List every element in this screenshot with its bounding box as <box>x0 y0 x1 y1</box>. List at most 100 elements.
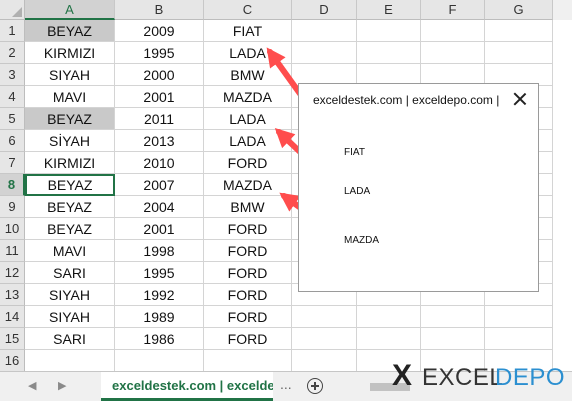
cell-e2[interactable] <box>357 42 421 64</box>
dialog-label-mazda: MAZDA <box>344 235 379 246</box>
cell-a1[interactable]: BEYAZ <box>25 20 115 42</box>
cell-a14[interactable]: SIYAH <box>25 306 115 328</box>
cell-f1[interactable] <box>421 20 485 42</box>
column-header-g[interactable]: G <box>485 0 553 20</box>
cell-d16[interactable] <box>292 350 357 371</box>
column-header-f[interactable]: F <box>421 0 485 20</box>
cell-b12[interactable]: 1995 <box>115 262 204 284</box>
column-header-e[interactable]: E <box>357 0 421 20</box>
cell-d14[interactable] <box>292 306 357 328</box>
cell-c4[interactable]: MAZDA <box>204 86 292 108</box>
cell-c15[interactable]: FORD <box>204 328 292 350</box>
cell-c11[interactable]: FORD <box>204 240 292 262</box>
row-header-15[interactable]: 15 <box>0 328 25 350</box>
column-header-d[interactable]: D <box>292 0 357 20</box>
cell-b8[interactable]: 2007 <box>115 174 204 196</box>
sheet-tab-active[interactable]: exceldestek.com | exceldepo.com <box>101 372 273 401</box>
column-header-b[interactable]: B <box>115 0 204 20</box>
cell-a9[interactable]: BEYAZ <box>25 196 115 218</box>
cell-f14[interactable] <box>421 306 485 328</box>
row-header-6[interactable]: 6 <box>0 130 25 152</box>
cell-f15[interactable] <box>421 328 485 350</box>
select-all-triangle-icon <box>12 7 22 17</box>
column-header-c[interactable]: C <box>204 0 292 20</box>
row-header-12[interactable]: 12 <box>0 262 25 284</box>
cell-c9[interactable]: BMW <box>204 196 292 218</box>
cell-a13[interactable]: SIYAH <box>25 284 115 306</box>
cell-c2[interactable]: LADA <box>204 42 292 64</box>
cell-c1[interactable]: FIAT <box>204 20 292 42</box>
cell-g2[interactable] <box>485 42 553 64</box>
cell-a6[interactable]: SİYAH <box>25 130 115 152</box>
cell-b13[interactable]: 1992 <box>115 284 204 306</box>
row-header-10[interactable]: 10 <box>0 218 25 240</box>
cell-b7[interactable]: 2010 <box>115 152 204 174</box>
cell-a4[interactable]: MAVI <box>25 86 115 108</box>
cell-f2[interactable] <box>421 42 485 64</box>
cell-b2[interactable]: 1995 <box>115 42 204 64</box>
cell-b14[interactable]: 1989 <box>115 306 204 328</box>
cell-c5[interactable]: LADA <box>204 108 292 130</box>
cell-a5[interactable]: BEYAZ <box>25 108 115 130</box>
plus-circle-icon[interactable] <box>307 378 323 394</box>
cell-a15[interactable]: SARI <box>25 328 115 350</box>
logo-text-depo: DEPO <box>495 364 566 391</box>
close-icon[interactable] <box>512 91 528 107</box>
cell-g14[interactable] <box>485 306 553 328</box>
cell-a7[interactable]: KIRMIZI <box>25 152 115 174</box>
cell-a3[interactable]: SIYAH <box>25 64 115 86</box>
cell-a10[interactable]: BEYAZ <box>25 218 115 240</box>
cell-c8[interactable]: MAZDA <box>204 174 292 196</box>
cell-d15[interactable] <box>292 328 357 350</box>
column-header-a[interactable]: A <box>25 0 115 20</box>
cell-b11[interactable]: 1998 <box>115 240 204 262</box>
triangle-right-icon[interactable]: ▶ <box>58 379 66 392</box>
row-header-14[interactable]: 14 <box>0 306 25 328</box>
row-header-16[interactable]: 16 <box>0 350 25 371</box>
row-header-9[interactable]: 9 <box>0 196 25 218</box>
cell-b1[interactable]: 2009 <box>115 20 204 42</box>
cell-b16[interactable] <box>115 350 204 371</box>
cell-d2[interactable] <box>292 42 357 64</box>
cell-b3[interactable]: 2000 <box>115 64 204 86</box>
row-header-1[interactable]: 1 <box>0 20 25 42</box>
cell-d1[interactable] <box>292 20 357 42</box>
row-header-2[interactable]: 2 <box>0 42 25 64</box>
cell-a16[interactable] <box>25 350 115 371</box>
cell-b9[interactable]: 2004 <box>115 196 204 218</box>
cell-c16[interactable] <box>204 350 292 371</box>
cell-b15[interactable]: 1986 <box>115 328 204 350</box>
cell-c6[interactable]: LADA <box>204 130 292 152</box>
cell-g15[interactable] <box>485 328 553 350</box>
cell-a8[interactable]: BEYAZ <box>25 174 115 196</box>
cell-c12[interactable]: FORD <box>204 262 292 284</box>
triangle-left-icon[interactable]: ◀ <box>28 379 36 392</box>
cell-b10[interactable]: 2001 <box>115 218 204 240</box>
row-header-3[interactable]: 3 <box>0 64 25 86</box>
cell-g1[interactable] <box>485 20 553 42</box>
cell-a2[interactable]: KIRMIZI <box>25 42 115 64</box>
cell-c10[interactable]: FORD <box>204 218 292 240</box>
cell-b5[interactable]: 2011 <box>115 108 204 130</box>
cell-e14[interactable] <box>357 306 421 328</box>
select-all-corner[interactable] <box>0 0 25 20</box>
cell-c3[interactable]: BMW <box>204 64 292 86</box>
more-tabs-icon[interactable]: ... <box>280 376 292 392</box>
vertical-scrollbar[interactable] <box>553 0 572 20</box>
cell-c7[interactable]: FORD <box>204 152 292 174</box>
row-header-8[interactable]: 8 <box>0 174 25 196</box>
cell-b6[interactable]: 2013 <box>115 130 204 152</box>
logo-mark: X <box>392 359 413 392</box>
row-header-7[interactable]: 7 <box>0 152 25 174</box>
cell-a12[interactable]: SARI <box>25 262 115 284</box>
cell-e1[interactable] <box>357 20 421 42</box>
cell-e15[interactable] <box>357 328 421 350</box>
cell-b4[interactable]: 2001 <box>115 86 204 108</box>
row-header-11[interactable]: 11 <box>0 240 25 262</box>
row-header-13[interactable]: 13 <box>0 284 25 306</box>
row-header-4[interactable]: 4 <box>0 86 25 108</box>
cell-a11[interactable]: MAVI <box>25 240 115 262</box>
cell-c13[interactable]: FORD <box>204 284 292 306</box>
row-header-5[interactable]: 5 <box>0 108 25 130</box>
cell-c14[interactable]: FORD <box>204 306 292 328</box>
